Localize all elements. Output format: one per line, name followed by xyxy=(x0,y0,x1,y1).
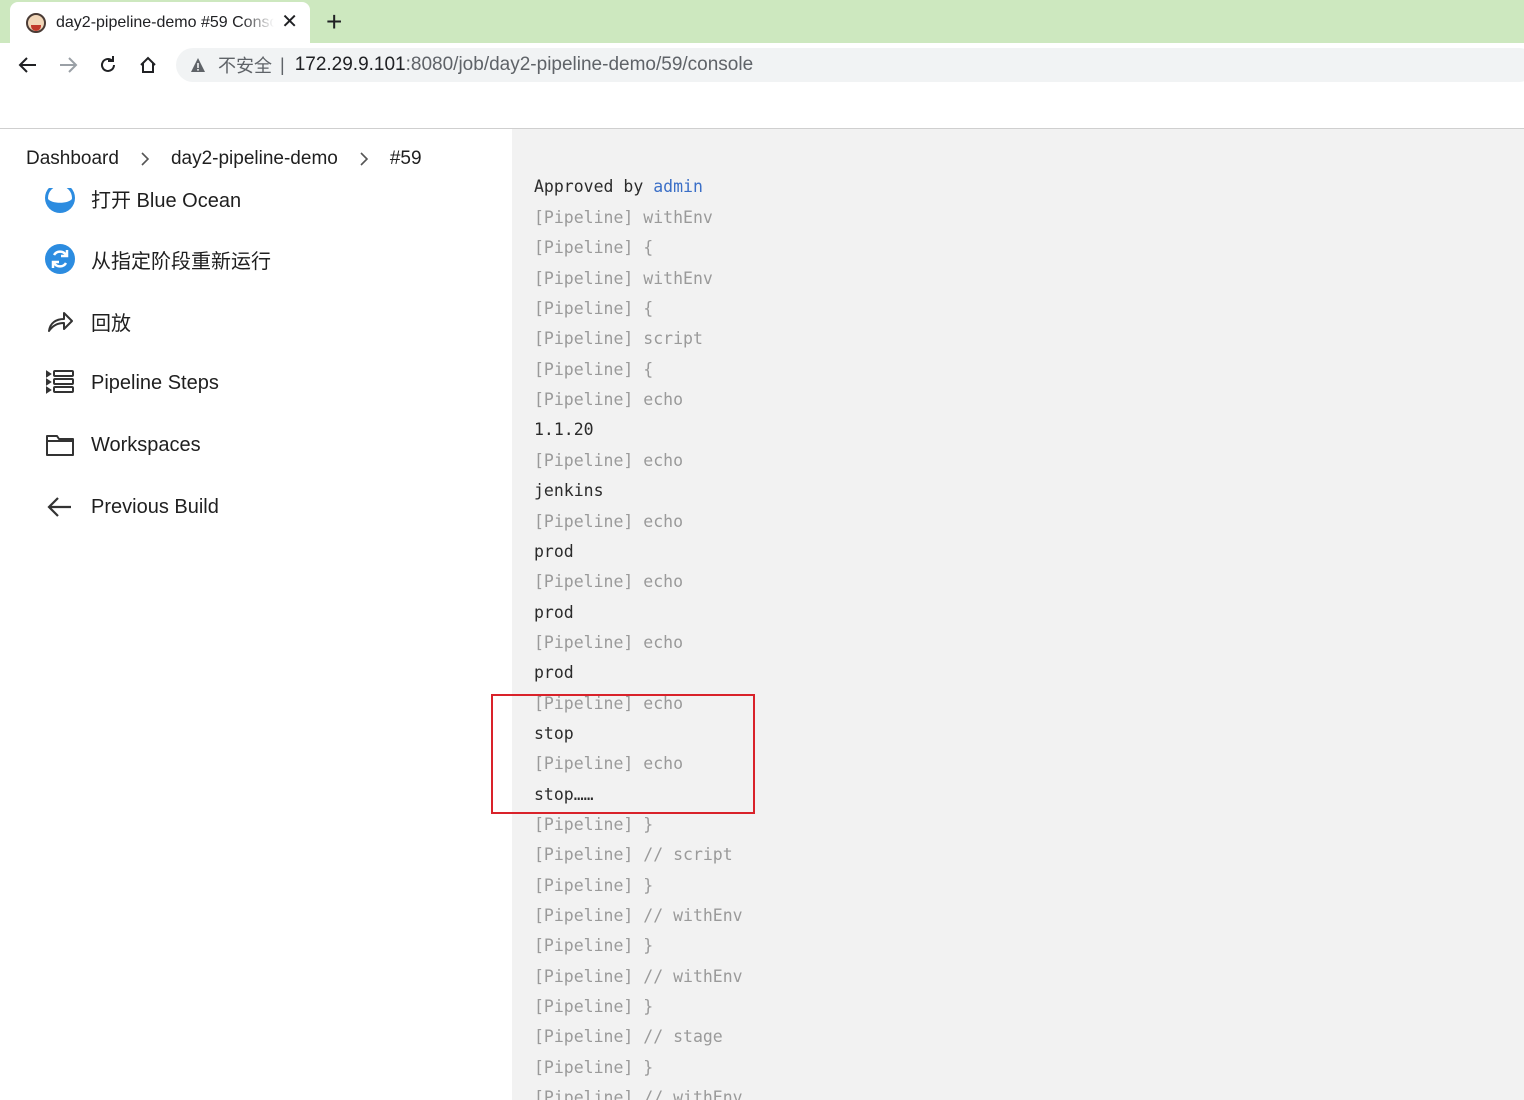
approved-user-link[interactable]: admin xyxy=(653,177,703,196)
browser-tab-active[interactable]: day2-pipeline-demo #59 Console Output ✕ xyxy=(10,2,310,43)
breadcrumb-dashboard[interactable]: Dashboard xyxy=(26,148,119,170)
side-item-restart-stage[interactable]: 从指定阶段重新运行 xyxy=(44,242,271,276)
console-output-line: stop xyxy=(534,723,574,743)
console-pipeline-step: [Pipeline] } xyxy=(534,875,654,895)
console-pipeline-step: [Pipeline] echo xyxy=(534,632,684,652)
console-pipeline-step: [Pipeline] echo xyxy=(534,693,684,713)
back-icon[interactable] xyxy=(16,53,40,77)
console-pipeline-step: [Pipeline] withEnv xyxy=(534,208,713,227)
console-approved-line: Approved by admin xyxy=(534,177,703,197)
console-output-line: prod xyxy=(534,602,574,622)
browser-toolbar: 不安全 | 172.29.9.101:8080/job/day2-pipelin… xyxy=(0,43,1524,87)
chevron-right-icon xyxy=(131,151,159,166)
side-item-label: Pipeline Steps xyxy=(91,371,219,394)
breadcrumb-build[interactable]: #59 xyxy=(390,148,422,170)
console-pipeline-step: [Pipeline] { xyxy=(534,299,654,319)
side-item-workspaces[interactable]: Workspaces xyxy=(44,428,201,462)
side-item-label: 从指定阶段重新运行 xyxy=(91,250,271,273)
new-tab-icon[interactable]: + xyxy=(326,8,342,36)
folder-icon xyxy=(44,429,76,461)
console-pipeline-step: [Pipeline] echo xyxy=(534,754,684,774)
console-pipeline-step: [Pipeline] script xyxy=(534,329,703,349)
jenkins-favicon-icon xyxy=(26,12,46,33)
home-icon[interactable] xyxy=(136,53,160,77)
side-panel: 打开 Blue Ocean 从指定阶段重新运行 回放 Pipeline Step… xyxy=(0,129,512,1100)
address-separator: | xyxy=(280,54,285,75)
tab-title: day2-pipeline-demo #59 Console Output xyxy=(56,13,274,31)
console-output-line: jenkins xyxy=(534,481,604,501)
restart-stage-icon xyxy=(44,243,76,275)
console-pipeline-step: [Pipeline] { xyxy=(534,238,654,258)
console-output: Approved by admin [Pipeline] withEnv [Pip… xyxy=(512,129,1524,1100)
replay-icon xyxy=(44,305,76,337)
side-item-pipeline-steps[interactable]: Pipeline Steps xyxy=(44,366,219,400)
console-pipeline-step: [Pipeline] } xyxy=(534,815,654,834)
address-bar[interactable]: 不安全 | 172.29.9.101:8080/job/day2-pipelin… xyxy=(176,48,1524,82)
console-pipeline-step: [Pipeline] { xyxy=(534,359,654,379)
pipeline-steps-icon xyxy=(44,367,76,399)
console-pipeline-step: [Pipeline] // withEnv xyxy=(534,1088,743,1100)
console-pipeline-step: [Pipeline] echo xyxy=(534,390,684,410)
console-pipeline-step: [Pipeline] // withEnv xyxy=(534,966,743,986)
console-pipeline-step: [Pipeline] // script xyxy=(534,845,733,865)
side-item-label: Previous Build xyxy=(91,495,219,518)
url-path: :8080/job/day2-pipeline-demo/59/console xyxy=(405,54,754,75)
console-pipeline-step: [Pipeline] } xyxy=(534,1057,654,1077)
reload-icon[interactable] xyxy=(96,53,120,77)
side-item-label: Workspaces xyxy=(91,433,201,456)
breadcrumb-job[interactable]: day2-pipeline-demo xyxy=(171,148,338,170)
arrow-left-icon xyxy=(44,491,76,523)
console-pipeline-step: [Pipeline] } xyxy=(534,997,654,1017)
breadcrumb: Dashboard day2-pipeline-demo #59 xyxy=(0,129,512,188)
tab-close-icon[interactable]: ✕ xyxy=(281,12,298,32)
security-label[interactable]: 不安全 xyxy=(218,52,272,78)
console-pipeline-step: [Pipeline] withEnv xyxy=(534,268,713,288)
console-output-line: 1.1.20 xyxy=(534,420,594,440)
console-output-line: stop…… xyxy=(534,784,594,804)
console-pipeline-step: [Pipeline] // stage xyxy=(534,1027,723,1047)
url-host: 172.29.9.101 xyxy=(294,54,406,75)
console-output-line: prod xyxy=(534,663,574,683)
forward-icon[interactable] xyxy=(56,53,80,77)
console-pipeline-step: [Pipeline] // withEnv xyxy=(534,906,743,926)
side-item-previous-build[interactable]: Previous Build xyxy=(44,490,219,524)
console-pipeline-step: [Pipeline] echo xyxy=(534,511,684,531)
console-pipeline-step: [Pipeline] echo xyxy=(534,572,684,592)
side-item-label: 回放 xyxy=(91,312,131,335)
warning-icon xyxy=(191,58,205,72)
console-output-line: prod xyxy=(534,541,574,561)
chevron-right-icon xyxy=(350,151,378,166)
console-pipeline-step: [Pipeline] } xyxy=(534,936,654,956)
approved-text: Approved by xyxy=(534,177,654,196)
browser-tab-strip: day2-pipeline-demo #59 Console Output ✕ … xyxy=(0,0,1524,43)
side-item-replay[interactable]: 回放 xyxy=(44,304,131,338)
console-pipeline-step: [Pipeline] echo xyxy=(534,450,684,470)
